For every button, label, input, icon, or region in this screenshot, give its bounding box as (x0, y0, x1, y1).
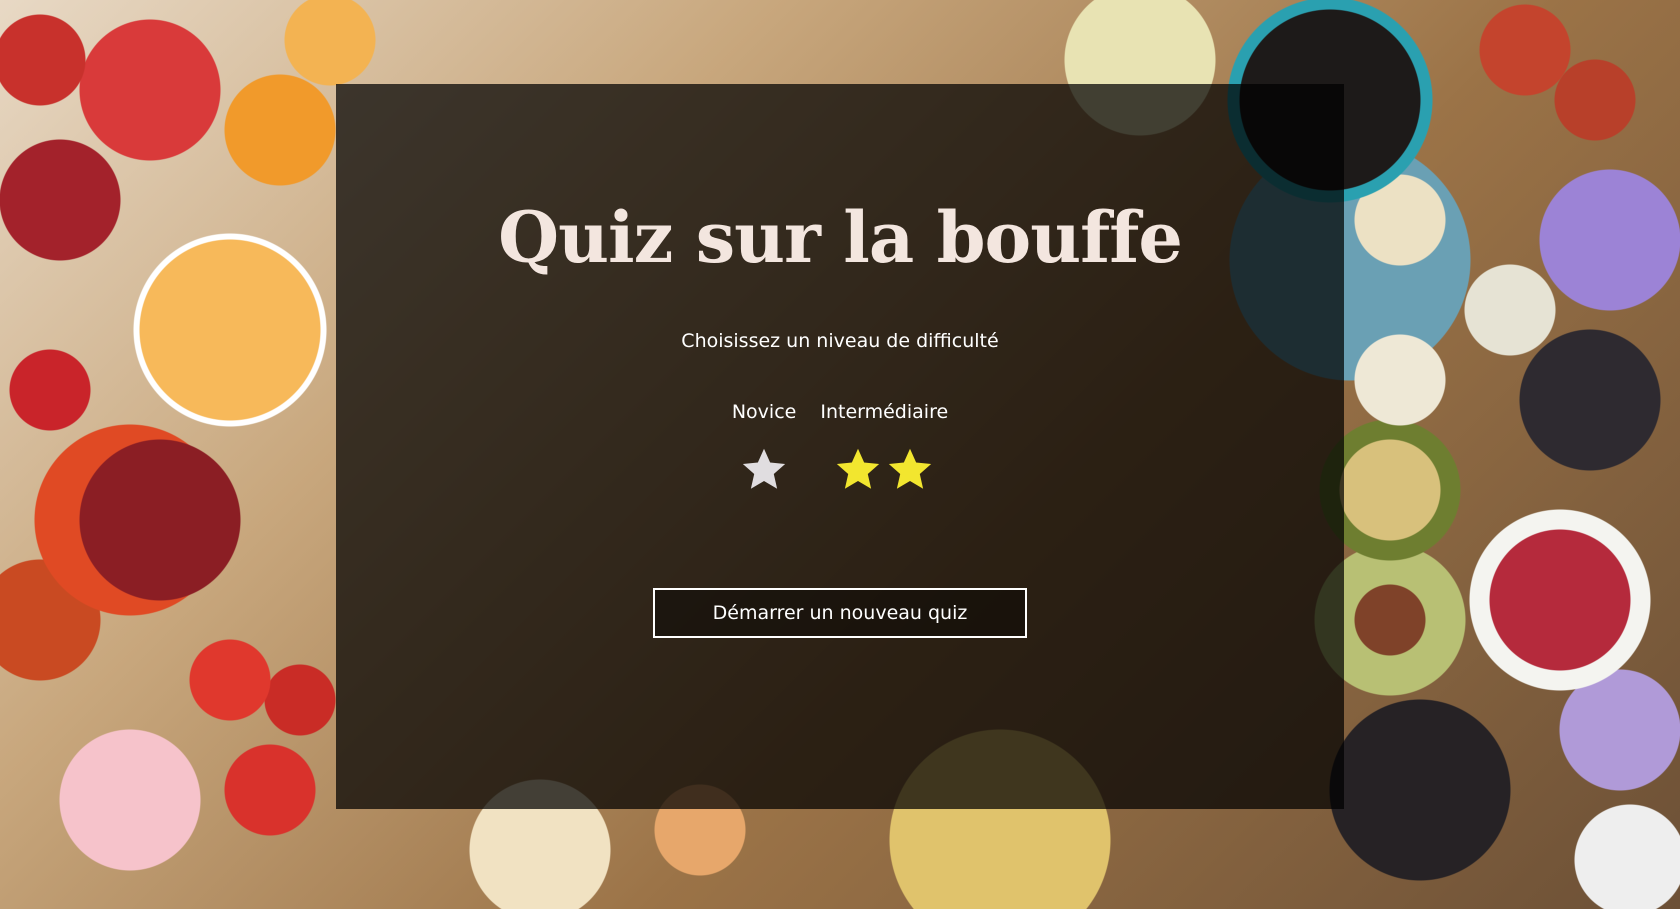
star-icon (742, 448, 786, 489)
star-icon (837, 448, 880, 489)
page-title: Quiz sur la bouffe (498, 196, 1183, 279)
difficulty-option-novice[interactable]: Novice (731, 400, 797, 494)
difficulty-options: Novice Intermédiaire (0, 400, 1680, 494)
start-new-quiz-button[interactable]: Démarrer un nouveau quiz (653, 588, 1027, 638)
difficulty-option-intermediaire[interactable]: Intermédiaire (820, 400, 948, 494)
difficulty-label-intermediaire: Intermédiaire (820, 401, 949, 423)
star-icon (889, 448, 932, 489)
difficulty-prompt: Choisissez un niveau de difficulté (681, 330, 999, 352)
difficulty-label-novice: Novice (731, 401, 797, 423)
stars-novice (739, 446, 789, 494)
stars-intermediaire (833, 446, 935, 494)
